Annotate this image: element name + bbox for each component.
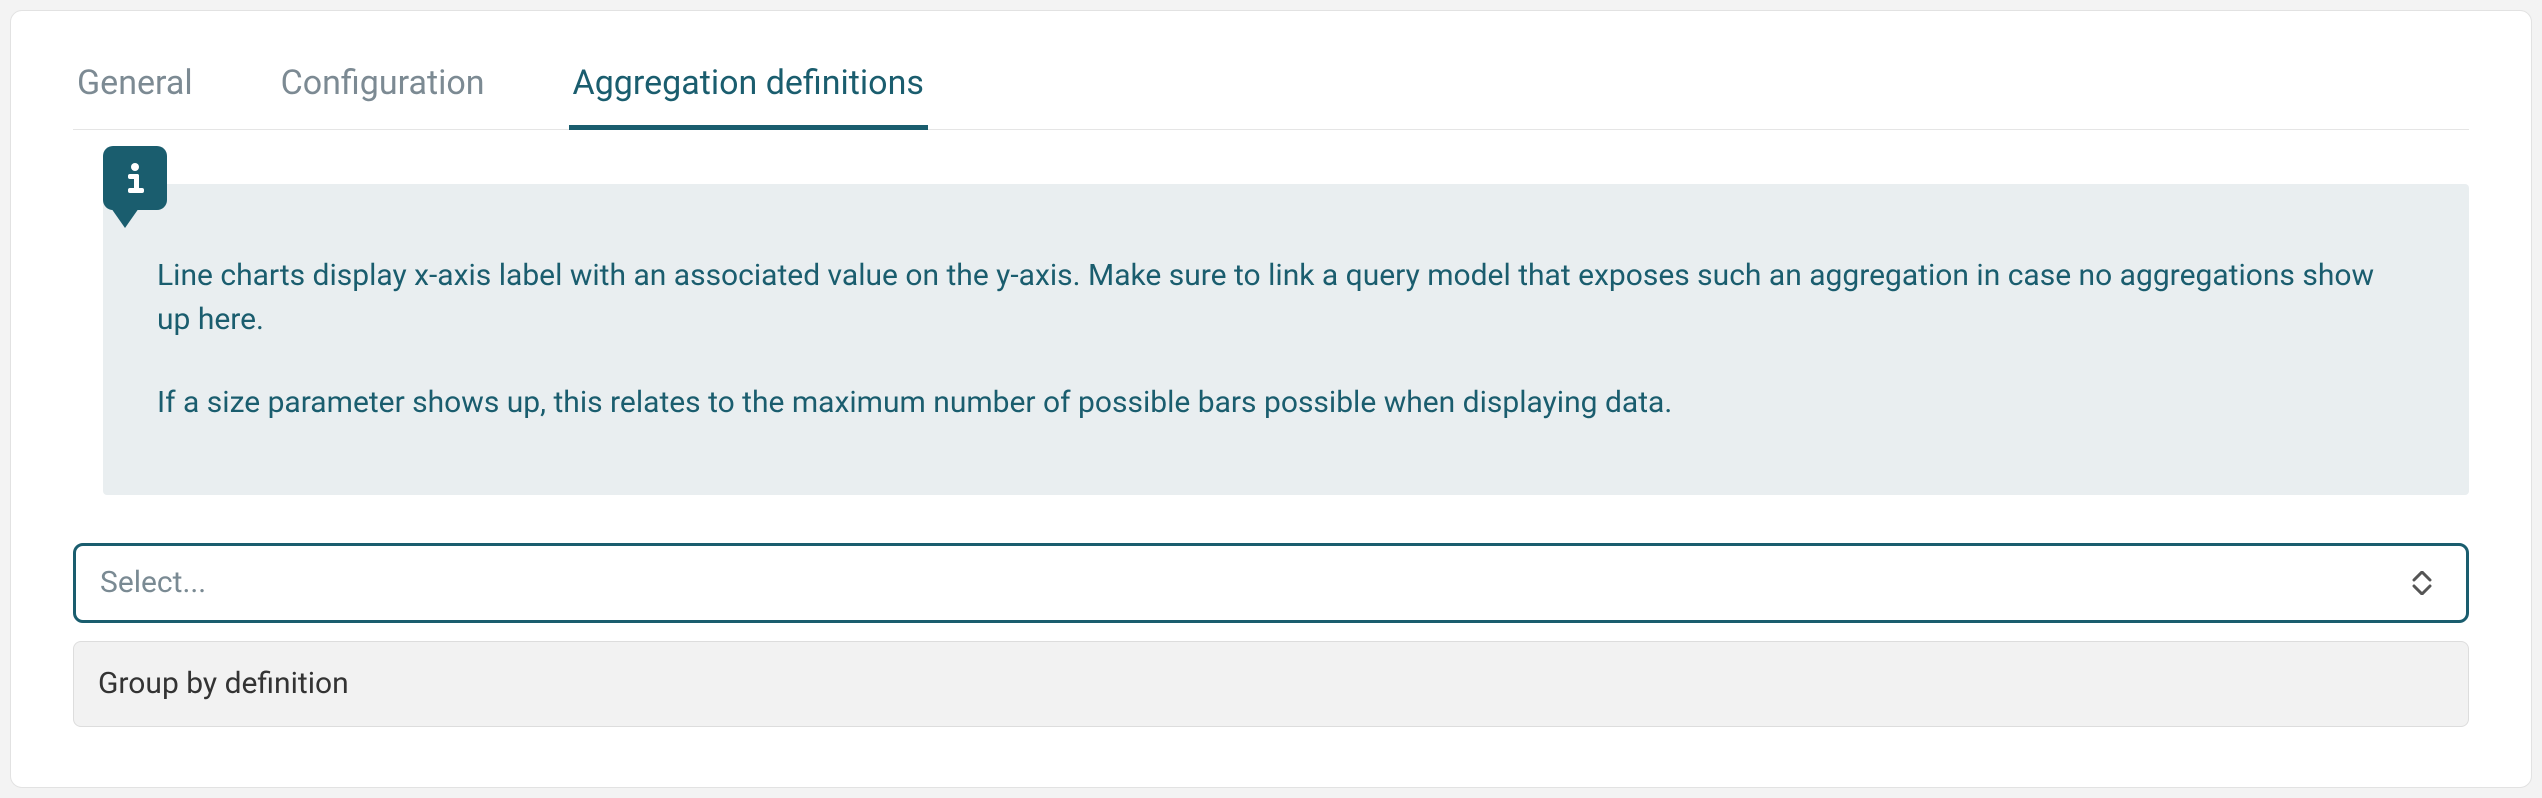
tab-bar: General Configuration Aggregation defini… [73,63,2469,130]
tab-general[interactable]: General [73,63,197,130]
info-paragraph-2: If a size parameter shows up, this relat… [157,381,2409,425]
tab-aggregation-definitions[interactable]: Aggregation definitions [569,63,928,130]
aggregation-select[interactable]: Select... [73,543,2469,623]
info-icon [103,146,167,210]
info-icon-tail [111,208,139,228]
page-root: General Configuration Aggregation defini… [0,0,2542,798]
tab-configuration[interactable]: Configuration [277,63,489,130]
content-card: General Configuration Aggregation defini… [10,10,2532,788]
chevron-up-down-icon [2412,571,2432,595]
select-placeholder-text: Select... [100,565,206,600]
dropdown-option-group-by-definition[interactable]: Group by definition [73,641,2469,727]
info-callout: Line charts display x-axis label with an… [103,184,2469,495]
info-paragraph-1: Line charts display x-axis label with an… [157,254,2409,341]
aggregation-dropdown: Group by definition [73,641,2469,727]
info-text-box: Line charts display x-axis label with an… [103,184,2469,495]
